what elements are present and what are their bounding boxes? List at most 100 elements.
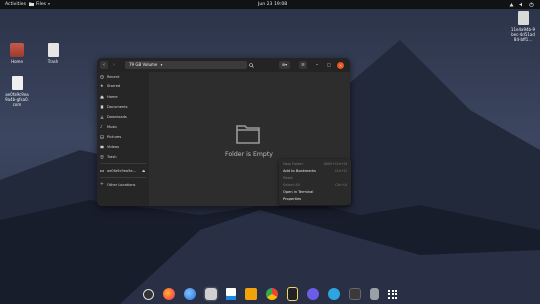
eject-icon[interactable]: ⏏ — [142, 169, 145, 173]
dock-app-chrome[interactable] — [266, 288, 278, 300]
sidebar-item-documents[interactable]: Documents — [100, 103, 128, 110]
sidebar-divider — [100, 177, 146, 178]
text-file-icon — [11, 76, 23, 90]
menu-item-label: Open in Terminal — [283, 190, 314, 194]
home-folder-icon — [10, 43, 24, 57]
sidebar-item-pictures[interactable]: Pictures — [100, 133, 121, 140]
power-icon — [529, 2, 534, 7]
sidebar-item-label: Pictures — [107, 134, 122, 139]
sidebar-item-label: Other Locations — [107, 182, 136, 187]
system-tray[interactable] — [509, 2, 534, 7]
chevron-right-icon: › — [113, 62, 115, 68]
drive-icon — [100, 169, 104, 172]
grid-view-icon: ⊞▾ — [281, 62, 288, 67]
search-icon — [248, 62, 254, 68]
menu-button[interactable]: ≡ — [299, 61, 307, 69]
sidebar-item-label: Videos — [107, 144, 119, 149]
dock-app-ubuntu[interactable] — [143, 288, 154, 300]
desktop-icon-label: Home — [11, 59, 23, 64]
clock-icon — [100, 74, 104, 79]
desktop-icon-label: Trash — [47, 59, 59, 64]
sidebar-item-recent[interactable]: Recent — [100, 73, 119, 80]
menu-item-shortcut: Ctrl+D — [334, 169, 347, 173]
dock-app-files[interactable] — [205, 288, 217, 300]
activities-button[interactable]: Activities — [5, 2, 26, 7]
menu-item-label: Properties — [283, 197, 302, 201]
menu-item-open-terminal[interactable]: Open in Terminal — [283, 189, 349, 196]
view-options-button[interactable]: ⊞▾ — [279, 61, 290, 69]
sidebar-item-drive[interactable]: ae0fa9c9ea9a... ⏏ — [100, 167, 145, 174]
menu-item-label: Select All — [283, 183, 300, 187]
video-icon — [100, 145, 104, 148]
clock[interactable]: Jun 23 19:08 — [258, 2, 287, 7]
sidebar-item-home[interactable]: Home — [100, 93, 118, 100]
app-menu[interactable]: Files ▾ — [29, 2, 50, 7]
menu-item-label: Paste — [283, 176, 293, 180]
drive-icon — [517, 11, 529, 25]
sidebar-item-label: Music — [107, 124, 118, 129]
menu-item-new-folder[interactable]: New Folder Shift+Ctrl+N — [283, 161, 349, 168]
dock-app-telegram[interactable] — [328, 288, 340, 300]
dock-app-software[interactable] — [245, 288, 257, 300]
menu-item-properties[interactable]: Properties — [283, 196, 349, 203]
sidebar-item-label: Home — [107, 94, 118, 99]
dock-app-thunderbird[interactable] — [184, 288, 196, 300]
dock-app-notes[interactable] — [287, 287, 298, 301]
menu-item-label: New Folder — [283, 162, 304, 166]
dock-app-grid[interactable] — [388, 289, 397, 299]
forward-button[interactable]: › — [110, 61, 118, 69]
dock-app-libreoffice[interactable] — [226, 288, 236, 300]
sidebar-divider — [100, 163, 146, 164]
dock-app-trash[interactable] — [370, 288, 379, 300]
search-button[interactable] — [247, 61, 255, 69]
network-icon — [509, 2, 514, 6]
document-icon — [100, 104, 104, 109]
menu-item-label: Add to Bookmarks — [283, 169, 316, 173]
sidebar-item-label: Downloads — [107, 114, 127, 119]
minimize-button[interactable]: – — [313, 61, 321, 69]
dock-app-mail[interactable] — [307, 288, 319, 300]
dock — [143, 285, 397, 303]
chevron-down-icon: ▾ — [48, 2, 50, 7]
download-icon — [100, 114, 104, 119]
sidebar-item-music[interactable]: ♪ Music — [100, 123, 117, 130]
header-bar: ‹ › 79 GB Volume ▾ ⊞▾ ≡ – □ × — [97, 58, 350, 72]
trash-icon — [100, 155, 104, 159]
maximize-button[interactable]: □ — [325, 61, 333, 69]
music-icon: ♪ — [100, 123, 103, 129]
desktop-icon-label: 11e4a94b-9bec-4d51ad84-bff1... — [510, 27, 536, 42]
folder-icon — [29, 2, 34, 7]
top-bar: Activities Files ▾ Jun 23 19:08 — [0, 0, 540, 9]
desktop-icon-trash[interactable]: Trash — [40, 43, 66, 64]
home-icon — [100, 94, 104, 99]
menu-item-select-all[interactable]: Select All Ctrl+A — [283, 182, 349, 189]
sidebar-item-videos[interactable]: Videos — [100, 143, 119, 150]
sidebar-item-label: Recent — [107, 74, 120, 79]
close-icon: × — [338, 62, 343, 68]
sidebar-item-label: Trash — [107, 154, 117, 159]
back-button[interactable]: ‹ — [100, 61, 108, 69]
sidebar-item-other-locations[interactable]: + Other Locations — [100, 181, 135, 188]
desktop-icon-file[interactable]: ae0fa9c9ea9a4b-gfsa0.com — [4, 76, 30, 107]
picture-icon — [100, 135, 104, 138]
sidebar-item-trash[interactable]: Trash — [100, 153, 117, 160]
menu-item-paste[interactable]: Paste — [283, 175, 349, 182]
maximize-icon: □ — [327, 62, 331, 67]
trash-icon — [47, 43, 59, 57]
context-menu: New Folder Shift+Ctrl+N Add to Bookmarks… — [279, 159, 351, 205]
path-bar[interactable]: 79 GB Volume ▾ — [125, 61, 247, 69]
sidebar-item-downloads[interactable]: Downloads — [100, 113, 127, 120]
empty-state-label: Folder is Empty — [225, 151, 273, 158]
plus-icon: + — [100, 181, 104, 187]
dock-app-terminal[interactable] — [349, 288, 361, 300]
folder-icon — [236, 125, 260, 144]
dock-app-firefox[interactable] — [163, 288, 175, 300]
menu-item-shortcut: Shift+Ctrl+N — [323, 162, 347, 166]
sidebar-item-starred[interactable]: ★ Starred — [100, 82, 120, 89]
close-button[interactable]: × — [337, 61, 344, 69]
desktop-icon-home[interactable]: Home — [4, 43, 30, 64]
chevron-left-icon: ‹ — [103, 62, 105, 68]
desktop-icon-drive[interactable]: 11e4a94b-9bec-4d51ad84-bff1... — [510, 11, 536, 42]
menu-item-add-bookmark[interactable]: Add to Bookmarks Ctrl+D — [283, 168, 349, 175]
volume-icon — [519, 2, 522, 6]
